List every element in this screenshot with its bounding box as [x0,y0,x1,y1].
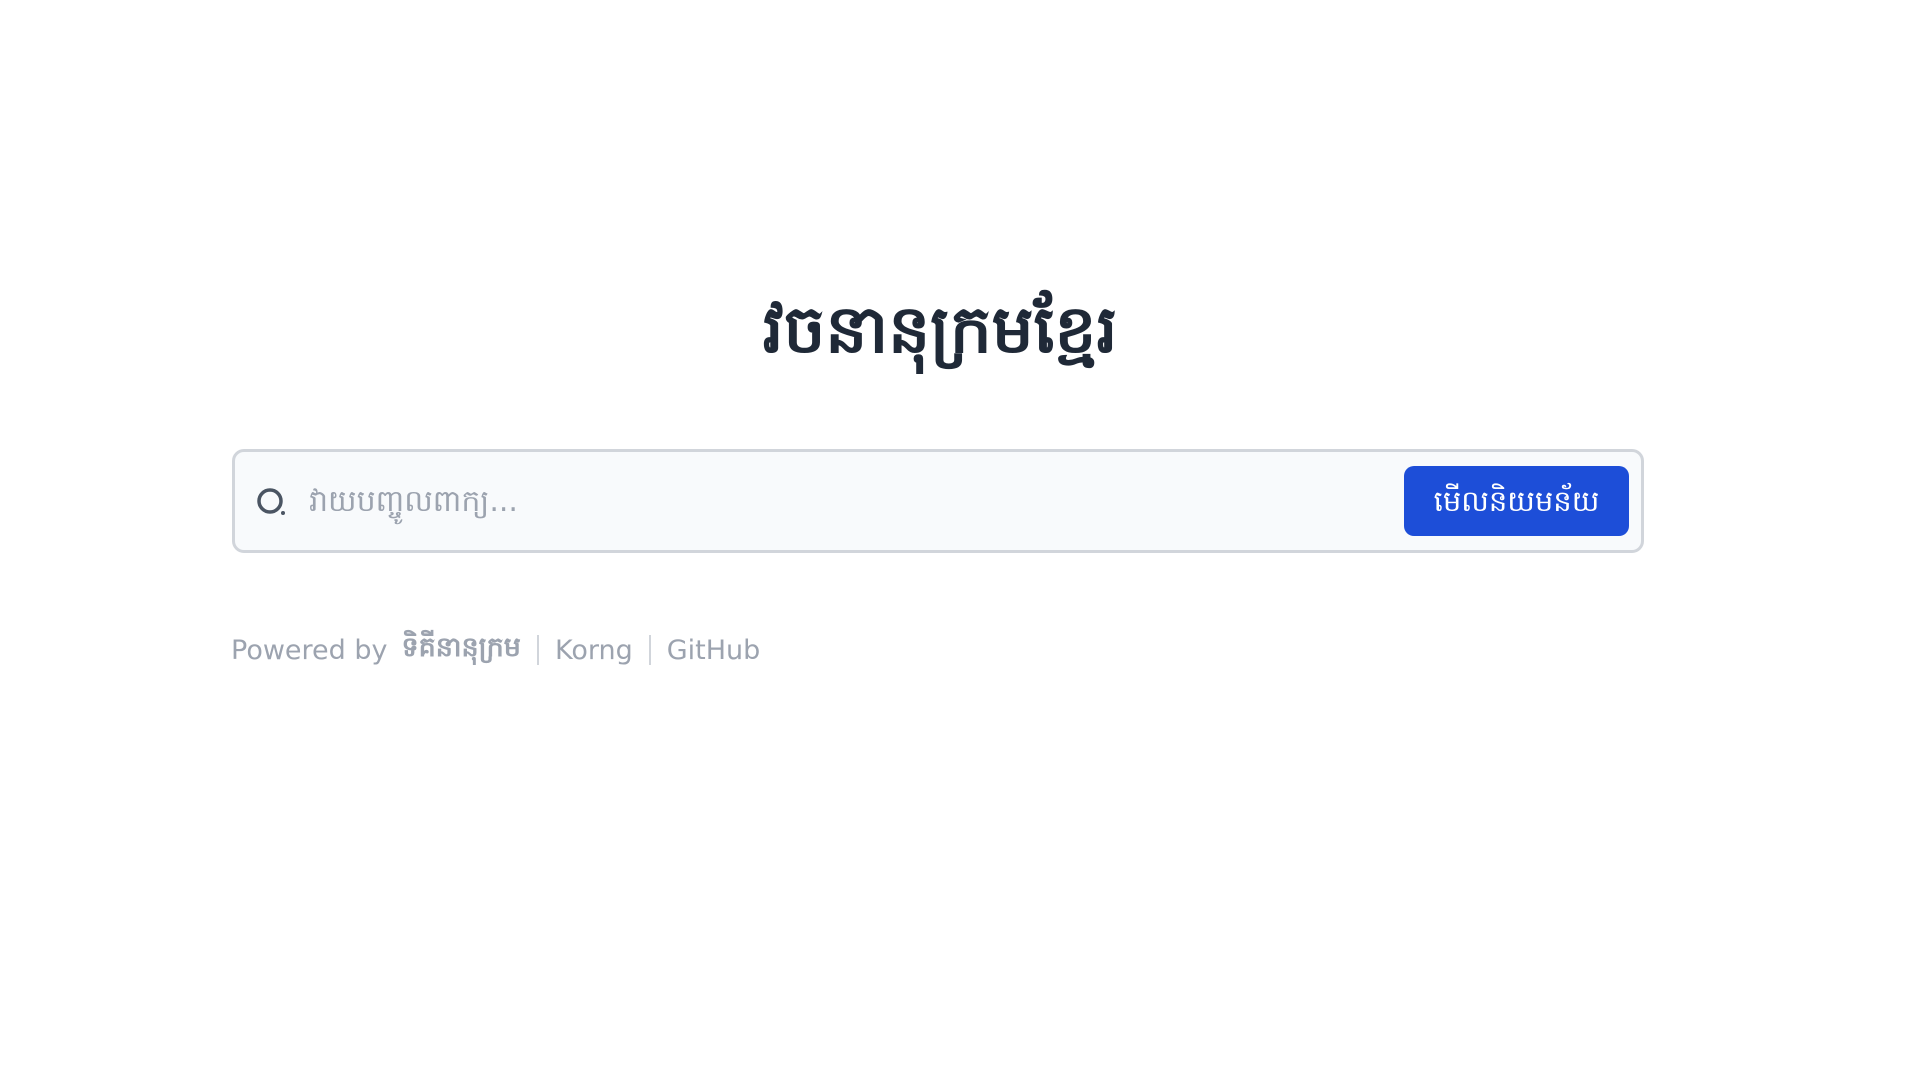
brand-link[interactable]: ទិគីនានុក្រម [402,631,521,670]
search-icon [255,486,287,518]
page-title: វចនានុក្រមខ្មែរ [762,291,1118,368]
search-bar: មើលនិយមន័យ [232,449,1644,553]
search-input[interactable] [309,470,1309,532]
github-link[interactable]: GitHub [667,635,761,666]
page: វចនានុក្រមខ្មែរ មើលនិយមន័យ Powered by ទិ… [0,0,1920,1080]
divider [648,635,651,665]
powered-by-label: Powered by [231,634,388,666]
korng-link[interactable]: Korng [555,635,633,666]
define-button[interactable]: មើលនិយមន័យ [1404,466,1629,536]
divider [536,635,539,665]
footer: Powered by ទិគីនានុក្រម Korng GitHub [231,630,760,670]
